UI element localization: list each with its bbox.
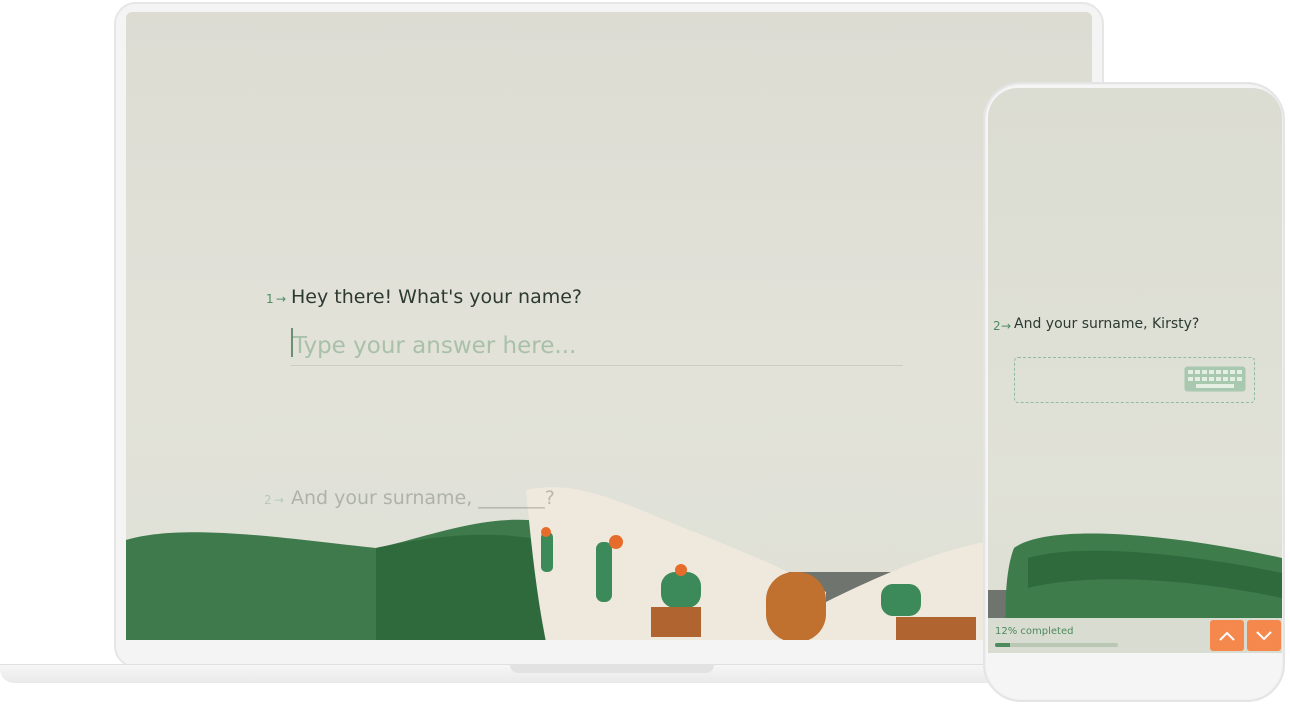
progress-label: 12% completed — [995, 626, 1074, 637]
right-arrow-icon: → — [1001, 319, 1012, 333]
text-caret — [291, 328, 293, 357]
chevron-down-icon — [1256, 630, 1272, 640]
question-1-text: Hey there! What's your name? — [291, 286, 582, 308]
question-number: 2 — [993, 319, 1001, 333]
sofa-cushions-image — [126, 487, 1092, 640]
next-question-button[interactable] — [1247, 620, 1281, 651]
chevron-up-icon — [1219, 631, 1235, 641]
laptop-base — [0, 664, 1000, 683]
surname-answer-field[interactable] — [1014, 357, 1255, 403]
laptop-notch — [510, 664, 714, 673]
progress-bar-fill — [995, 643, 1010, 647]
question-1-number: 1 — [266, 292, 274, 306]
progress-bar — [995, 643, 1118, 647]
previous-question-button[interactable] — [1210, 620, 1244, 651]
right-arrow-icon: → — [274, 493, 285, 507]
question-text: And your surname, Kirsty? — [1014, 316, 1200, 332]
question-2-text: And your surname, _______? — [291, 487, 555, 509]
name-answer-input[interactable] — [291, 326, 903, 366]
keyboard-icon[interactable] — [1184, 366, 1246, 392]
right-arrow-icon: → — [276, 292, 287, 306]
question-2-number: 2 — [264, 493, 272, 507]
